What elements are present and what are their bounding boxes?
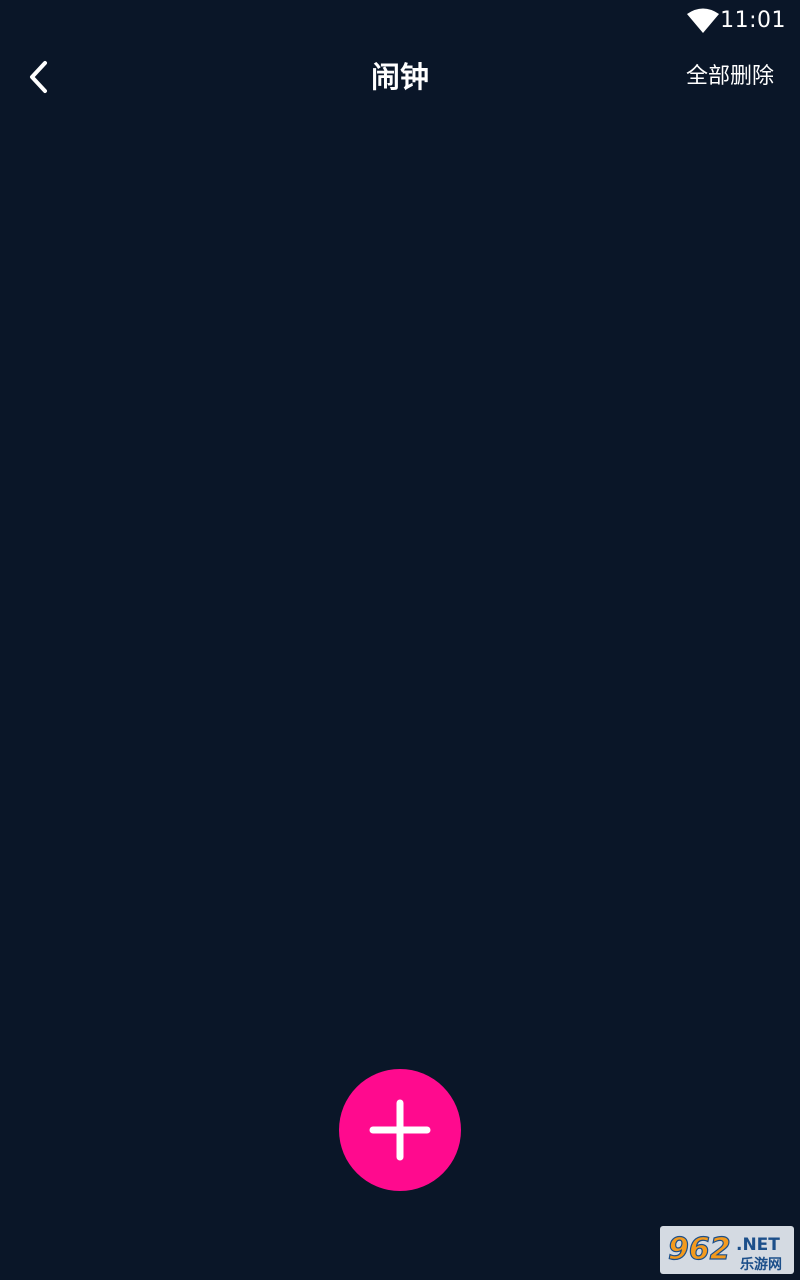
wifi-icon [687,8,719,33]
watermark-logo-image: 962 .NET 乐游网 [667,1231,782,1273]
svg-text:962: 962 [668,1232,731,1267]
app-bar: 闹钟 全部删除 [0,42,800,112]
plus-icon [369,1099,431,1161]
page-title: 闹钟 [370,60,429,94]
svg-text:乐游网: 乐游网 [740,1256,782,1273]
status-time: 11:01 [720,8,786,33]
status-bar: 11:01 [0,0,800,42]
alarm-list [0,112,800,1052]
watermark-logo: 962 .NET 乐游网 [660,1226,794,1274]
svg-text:.NET: .NET [736,1235,780,1255]
delete-all-button[interactable]: 全部删除 [686,62,774,92]
add-alarm-button[interactable] [339,1069,461,1191]
